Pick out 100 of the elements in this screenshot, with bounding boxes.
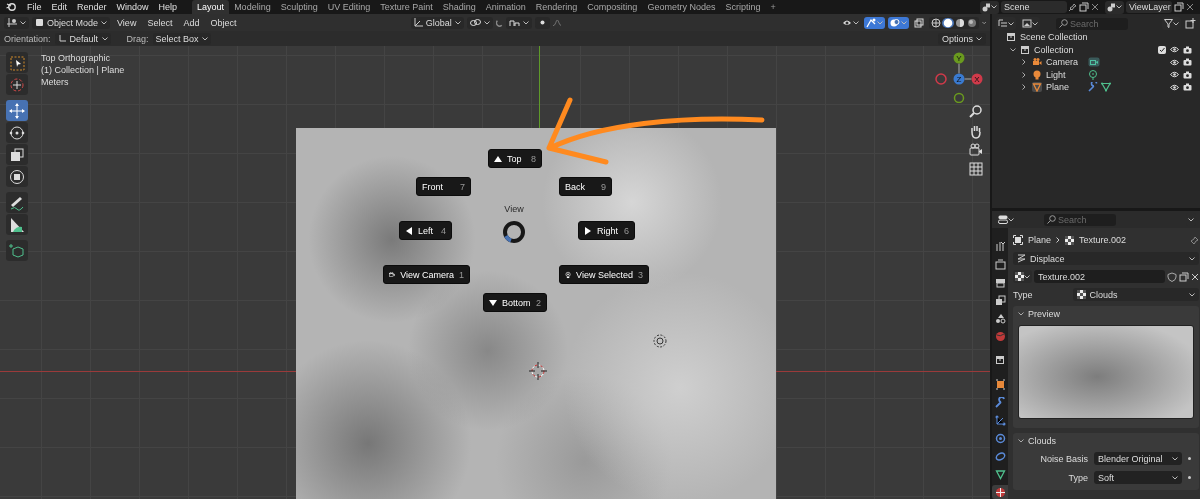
outliner-row[interactable]: Plane <box>992 81 1200 94</box>
camera-icon[interactable] <box>1183 83 1192 92</box>
scene-selector[interactable] <box>980 0 999 14</box>
select-box-tool-button[interactable] <box>6 52 28 73</box>
view-menu[interactable]: Select <box>143 17 177 28</box>
snap-dropdown[interactable] <box>505 16 532 29</box>
texture-name-field[interactable]: Texture.002 <box>1034 270 1165 283</box>
duplicate-icon[interactable] <box>1079 2 1089 12</box>
rendered-shading-button[interactable] <box>965 17 978 28</box>
workspace-tab[interactable]: Modeling <box>229 0 276 14</box>
outliner-item-label[interactable]: Light <box>1046 69 1074 80</box>
add-cube-tool-button[interactable] <box>6 240 28 261</box>
camera-icon[interactable] <box>1183 70 1192 79</box>
menu-item[interactable]: Edit <box>46 2 73 12</box>
workspace-tab[interactable]: Shading <box>437 0 481 14</box>
view-menu[interactable]: Object <box>206 17 241 28</box>
gizmo-axis-handle[interactable]: Y <box>953 52 965 64</box>
workspace-tab[interactable]: Compositing <box>582 0 643 14</box>
workspace-tab[interactable]: Scripting <box>720 0 766 14</box>
outliner-row[interactable]: Camera <box>992 56 1200 69</box>
menu-item[interactable]: Window <box>111 2 154 12</box>
rotate-tool-button[interactable] <box>6 122 28 143</box>
collapsed-caret-icon[interactable] <box>1022 59 1028 66</box>
workspace-tab[interactable]: UV Editing <box>322 0 376 14</box>
collapsed-caret-icon[interactable] <box>1022 71 1028 78</box>
panel-header[interactable]: Clouds <box>1013 433 1199 449</box>
workspace-tab[interactable]: Animation <box>480 0 531 14</box>
workspace-tab[interactable]: Layout <box>192 0 230 14</box>
editor-type-dropdown[interactable] <box>996 213 1016 226</box>
orientation-dropdown[interactable]: Global <box>410 16 464 29</box>
view-layer-selector[interactable] <box>1105 0 1124 14</box>
render-properties-tab[interactable] <box>992 257 1008 271</box>
workspace-tab[interactable]: Geometry Nodes <box>642 0 721 14</box>
texture-type-dropdown[interactable]: Clouds <box>1072 288 1199 301</box>
menu-item[interactable]: File <box>22 2 47 12</box>
menu-item[interactable]: Help <box>153 2 183 12</box>
wrench-icon[interactable] <box>1088 82 1098 93</box>
mode-dropdown[interactable]: Object Mode <box>32 16 111 29</box>
view-menu[interactable]: Add <box>179 17 204 28</box>
expanded-caret-icon[interactable] <box>1010 47 1016 52</box>
camera-icon[interactable] <box>968 142 984 158</box>
view-layer-name-field[interactable]: ViewLayer <box>1126 1 1172 13</box>
outliner-item-label[interactable]: Collection <box>1034 44 1074 55</box>
eye-icon[interactable] <box>1170 83 1179 91</box>
new-collection-icon[interactable] <box>1185 18 1196 29</box>
value-dropdown[interactable]: Blender Original <box>1094 452 1182 465</box>
outliner-item-label[interactable]: Scene Collection <box>1020 32 1088 43</box>
annotate-tool-button[interactable] <box>6 192 28 213</box>
menu-item[interactable]: Render <box>72 2 112 12</box>
mesh-data-icon[interactable] <box>1101 82 1113 93</box>
scale-tool-button[interactable] <box>6 144 28 165</box>
gizmo-axis-handle[interactable]: X <box>971 73 983 85</box>
keyframe-dot-icon[interactable] <box>1188 476 1191 479</box>
keyframe-dot-icon[interactable] <box>1188 457 1191 460</box>
texture-properties-tab[interactable] <box>992 485 1008 499</box>
modifier-dropdown[interactable]: Displace <box>1013 252 1199 265</box>
outliner-row[interactable]: Light <box>992 68 1200 81</box>
light-data-icon[interactable] <box>1088 69 1100 80</box>
drag-dropdown[interactable]: Select Box <box>152 32 211 45</box>
outliner-row[interactable]: Scene Collection <box>992 31 1200 44</box>
proportional-toggle[interactable] <box>534 16 550 29</box>
overlay-button[interactable] <box>887 16 909 29</box>
pie-menu-item[interactable]: Bottom 2 <box>483 293 547 312</box>
workspace-tab[interactable]: Rendering <box>530 0 583 14</box>
search-field[interactable]: Search <box>1044 213 1116 226</box>
gizmo-axis-handle[interactable]: Z <box>953 73 965 85</box>
pie-menu-item[interactable]: View Camera 1 <box>383 265 470 284</box>
measure-tool-button[interactable] <box>6 214 28 235</box>
workspace-tab[interactable]: Texture Paint <box>375 0 438 14</box>
pie-menu-item[interactable]: View Selected 3 <box>559 265 649 284</box>
search-field[interactable]: Search <box>1056 17 1128 30</box>
pin-icon[interactable] <box>1190 235 1199 245</box>
cursor-tool-button[interactable] <box>6 74 28 95</box>
data-properties-tab[interactable] <box>992 467 1008 481</box>
camera-icon[interactable] <box>1183 58 1192 67</box>
pie-menu-item[interactable]: Left 4 <box>399 221 452 240</box>
orientation-dropdown[interactable]: Default <box>54 32 111 45</box>
grid-icon[interactable] <box>968 161 984 177</box>
gizmo-axis-handle[interactable] <box>953 92 965 103</box>
fake-user-shield-icon[interactable] <box>1167 271 1177 282</box>
duplicate-icon[interactable] <box>1174 2 1184 12</box>
material-shading-button[interactable] <box>953 17 966 28</box>
close-icon[interactable] <box>1091 3 1099 11</box>
outliner-item-label[interactable]: Plane <box>1046 82 1074 93</box>
wireframe-shading-button[interactable] <box>929 17 942 28</box>
collapsed-caret-icon[interactable] <box>1022 84 1028 91</box>
close-icon[interactable] <box>1191 272 1199 281</box>
panel-header[interactable]: Preview <box>1013 306 1199 322</box>
checkbox-checked-icon[interactable] <box>1158 45 1166 54</box>
pie-menu-item[interactable]: Right 6 <box>578 221 635 240</box>
xray-button[interactable] <box>911 16 926 29</box>
add-workspace-button[interactable]: + <box>765 2 781 12</box>
camera-icon[interactable] <box>1183 45 1192 54</box>
hand-icon[interactable] <box>968 123 984 139</box>
duplicate-icon[interactable] <box>1179 271 1189 282</box>
workspace-tab[interactable]: Sculpting <box>275 0 323 14</box>
gizmo-button[interactable] <box>863 16 885 29</box>
pivot-dropdown[interactable] <box>466 16 493 29</box>
eye-icon[interactable] <box>1170 71 1179 79</box>
scene-name-field[interactable]: Scene <box>1001 1 1067 13</box>
